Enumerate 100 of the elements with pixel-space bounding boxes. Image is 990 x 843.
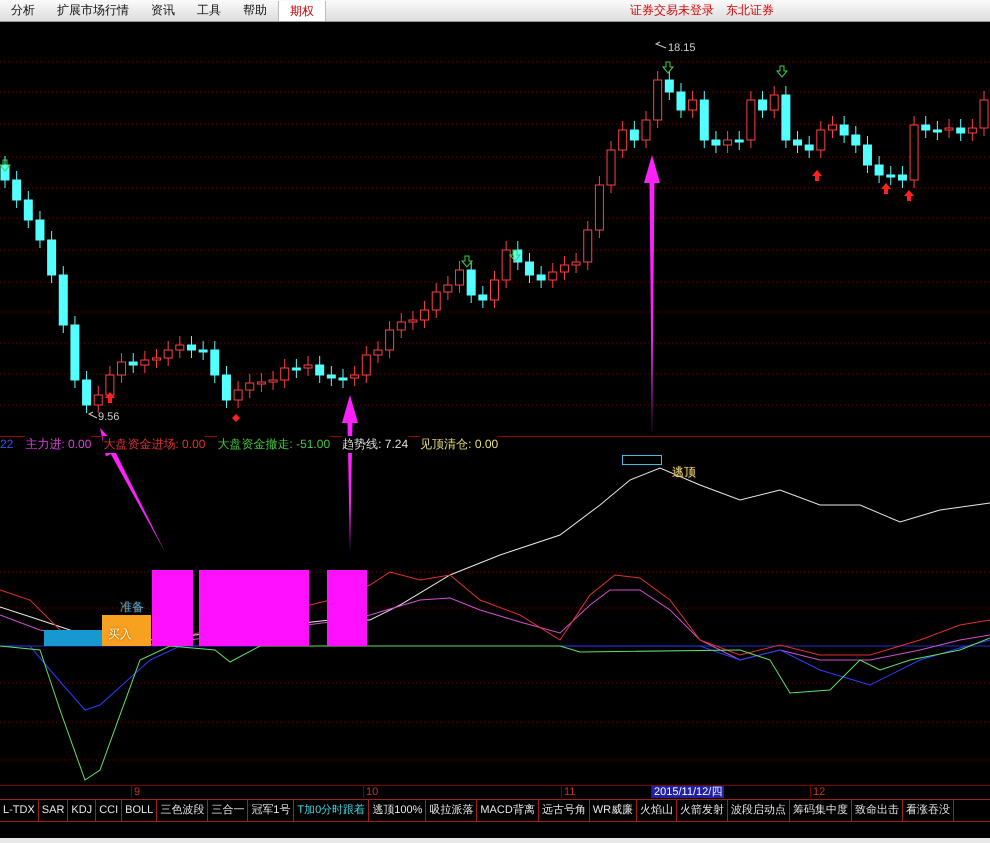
candle xyxy=(886,166,896,186)
indicator-tab[interactable]: 三色波段 xyxy=(157,800,208,821)
candle xyxy=(688,90,698,118)
indicator-tab[interactable]: 致命出击 xyxy=(852,800,904,821)
candle xyxy=(443,276,452,300)
candle xyxy=(210,340,220,384)
candle xyxy=(536,266,546,288)
candle xyxy=(758,90,768,118)
menu-item[interactable]: 帮助 xyxy=(232,2,278,19)
up-arrow-icon xyxy=(881,183,891,194)
candle xyxy=(804,136,814,158)
legend-text: 22 xyxy=(0,437,14,451)
menu-item[interactable]: 工具 xyxy=(186,2,232,19)
indicator-tab[interactable]: WR威廉 xyxy=(590,800,638,821)
candle xyxy=(956,118,966,142)
candle xyxy=(0,156,10,188)
indicator-tab[interactable]: T加0分时跟着 xyxy=(294,800,370,821)
candle xyxy=(642,110,650,148)
diamond-icon xyxy=(232,414,240,422)
indicator-tab[interactable]: KDJ xyxy=(68,800,96,821)
candle xyxy=(245,374,254,398)
indicator-tab[interactable]: 远古号角 xyxy=(538,800,590,821)
candle xyxy=(350,366,360,386)
axis-label: 2015/11/12/四 xyxy=(651,786,724,798)
candle xyxy=(676,82,686,118)
indicator-tab[interactable]: SAR xyxy=(38,800,68,821)
candle xyxy=(280,358,290,388)
candle xyxy=(513,240,522,270)
indicator-tab[interactable]: 火箭发射 xyxy=(677,800,728,821)
indicator-tab[interactable]: 筹码集中度 xyxy=(790,800,852,821)
indicator-tab[interactable]: 看涨吞没 xyxy=(903,800,954,821)
indicator-tab[interactable]: 冠军1号 xyxy=(248,800,294,821)
menu-link[interactable]: 证券交易未登录 xyxy=(624,2,720,19)
candle xyxy=(700,90,709,148)
candle xyxy=(840,116,849,144)
candle xyxy=(502,240,511,288)
candle xyxy=(152,348,161,368)
axis-label: 10 xyxy=(363,786,380,798)
signal-box xyxy=(622,455,662,465)
candle xyxy=(198,340,208,360)
candle xyxy=(58,266,68,334)
candle xyxy=(851,126,860,154)
indicator-tab[interactable]: 火焰山 xyxy=(637,800,678,821)
signal-label: 准备 xyxy=(120,599,144,616)
menu-link[interactable]: 东北证券 xyxy=(720,2,780,19)
candle xyxy=(746,90,756,148)
candle xyxy=(186,336,196,358)
candle xyxy=(82,370,92,414)
candle xyxy=(222,366,231,408)
candle xyxy=(944,118,954,138)
down-arrow-icon xyxy=(662,62,674,74)
legend-text: 大盘资金进场: 0.00 xyxy=(103,436,206,452)
candle xyxy=(770,86,779,118)
candle xyxy=(664,70,674,100)
candle xyxy=(94,386,103,414)
candle xyxy=(47,230,56,284)
menu-item[interactable]: 期权 xyxy=(278,0,326,20)
price-label: 9.56 xyxy=(98,411,120,423)
signal-label: 逃顶 xyxy=(672,464,696,481)
candle xyxy=(630,120,639,148)
legend-text: 见顶清仓: 0.00 xyxy=(420,436,498,452)
candle xyxy=(338,368,348,388)
candle xyxy=(828,116,837,138)
candle xyxy=(606,140,616,194)
candle xyxy=(560,256,569,280)
candle xyxy=(583,220,592,270)
indicator-tab[interactable]: L-TDX xyxy=(0,800,39,821)
candle xyxy=(455,260,464,294)
candle xyxy=(292,358,301,378)
candle xyxy=(548,262,558,288)
candle xyxy=(128,352,138,374)
indicator-tab[interactable]: 三合一 xyxy=(208,800,248,821)
leader-line xyxy=(88,412,98,418)
candle xyxy=(268,370,278,390)
candle xyxy=(734,130,744,150)
axis-label: 9 xyxy=(131,786,142,798)
candle xyxy=(396,312,406,338)
candle xyxy=(117,352,126,384)
up-arrow-icon xyxy=(904,190,914,201)
axis-label: 11 xyxy=(561,786,578,798)
indicator-tab[interactable]: BOLL xyxy=(122,800,158,821)
indicator-tab[interactable]: MACD背离 xyxy=(477,800,539,821)
candle xyxy=(24,190,33,228)
indicator-tab[interactable]: CCI xyxy=(96,800,122,821)
indicator-tab[interactable]: 吸拉派落 xyxy=(426,800,478,821)
down-arrow-icon xyxy=(0,160,12,172)
menu-item[interactable]: 资讯 xyxy=(140,2,186,19)
indicator-tab[interactable]: 波段启动点 xyxy=(728,800,790,821)
menu-item[interactable]: 扩展市场行情 xyxy=(46,2,140,19)
candle xyxy=(874,156,884,184)
down-arrow-icon xyxy=(460,256,474,268)
candle xyxy=(524,252,534,284)
candle xyxy=(594,176,604,238)
candle xyxy=(315,356,324,384)
legend-text: 主力进: 0.00 xyxy=(25,436,92,452)
candle xyxy=(175,336,184,358)
candle xyxy=(304,356,313,376)
signal-label: 买入 xyxy=(108,626,132,643)
menu-item[interactable]: 分析 xyxy=(0,2,46,19)
indicator-tab[interactable]: 逃顶100% xyxy=(369,800,426,821)
